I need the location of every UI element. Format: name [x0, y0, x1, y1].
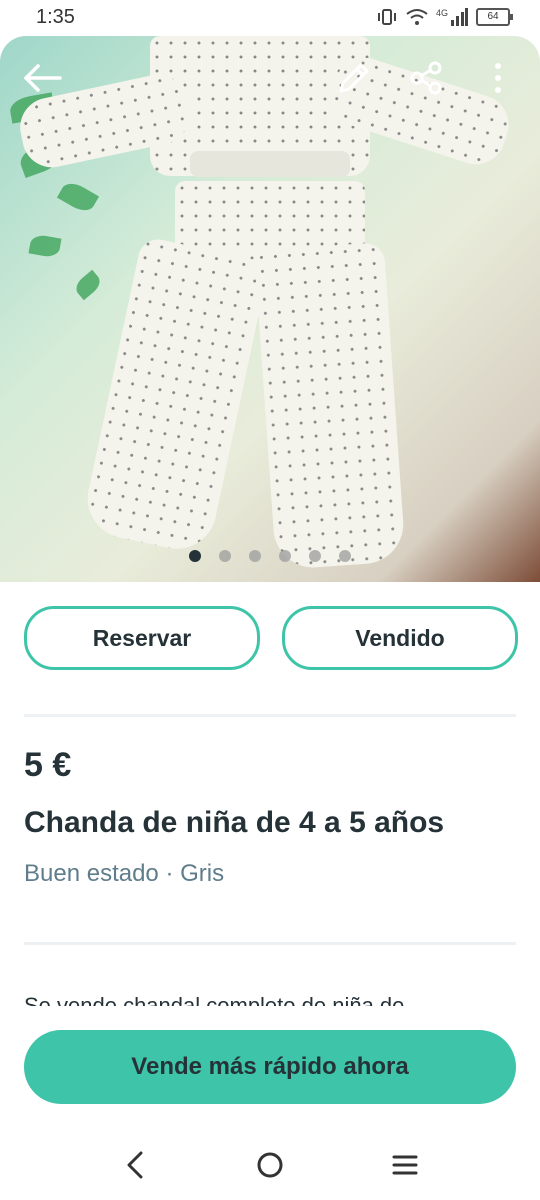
vibrate-icon: [377, 9, 396, 25]
nav-back-icon[interactable]: [110, 1140, 160, 1190]
network-type: 4G: [435, 8, 448, 18]
leaf-shape: [56, 178, 100, 216]
system-nav-bar: [0, 1128, 540, 1200]
listing-title: Chanda de niña de 4 a 5 años: [24, 806, 445, 839]
reserve-button[interactable]: Reservar: [24, 606, 260, 670]
nav-menu-icon[interactable]: [380, 1140, 430, 1190]
leaf-shape: [28, 233, 62, 259]
carousel-dot[interactable]: [339, 550, 351, 562]
carousel-dot[interactable]: [249, 550, 261, 562]
listing-condition-color: Buen estado · Gris: [24, 860, 225, 887]
status-icons: 4G 64: [376, 8, 513, 26]
sold-button[interactable]: Vendido: [282, 606, 518, 670]
carousel-dot[interactable]: [279, 550, 291, 562]
more-vertical-icon[interactable]: [474, 54, 522, 102]
battery-icon: 64: [476, 8, 513, 26]
divider: [24, 942, 516, 945]
sell-faster-button[interactable]: Vende más rápido ahora: [24, 1030, 516, 1104]
garment-right-leg: [253, 241, 407, 571]
carousel-indicator[interactable]: [0, 550, 540, 562]
wifi-icon: [406, 9, 428, 25]
share-icon[interactable]: [402, 54, 450, 102]
nav-home-icon[interactable]: [245, 1140, 295, 1190]
listing-description: Se vende chandal completo de niña de: [24, 994, 516, 1006]
listing-price: 5 €: [24, 746, 72, 784]
status-bar: 1:35 4G 64: [0, 0, 540, 36]
carousel-dot[interactable]: [219, 550, 231, 562]
status-time: 1:35: [36, 6, 75, 28]
carousel-dot[interactable]: [309, 550, 321, 562]
back-arrow-icon[interactable]: [18, 54, 66, 102]
garment-waistband: [190, 151, 350, 177]
leaf-shape: [72, 269, 104, 301]
garment-left-leg: [80, 235, 270, 557]
photo-top-bar: [0, 36, 540, 126]
edit-pencil-icon[interactable]: [330, 54, 378, 102]
carousel-dot-active[interactable]: [189, 550, 201, 562]
divider: [24, 714, 516, 717]
product-photo[interactable]: [0, 36, 540, 582]
signal-icon: [451, 8, 468, 26]
